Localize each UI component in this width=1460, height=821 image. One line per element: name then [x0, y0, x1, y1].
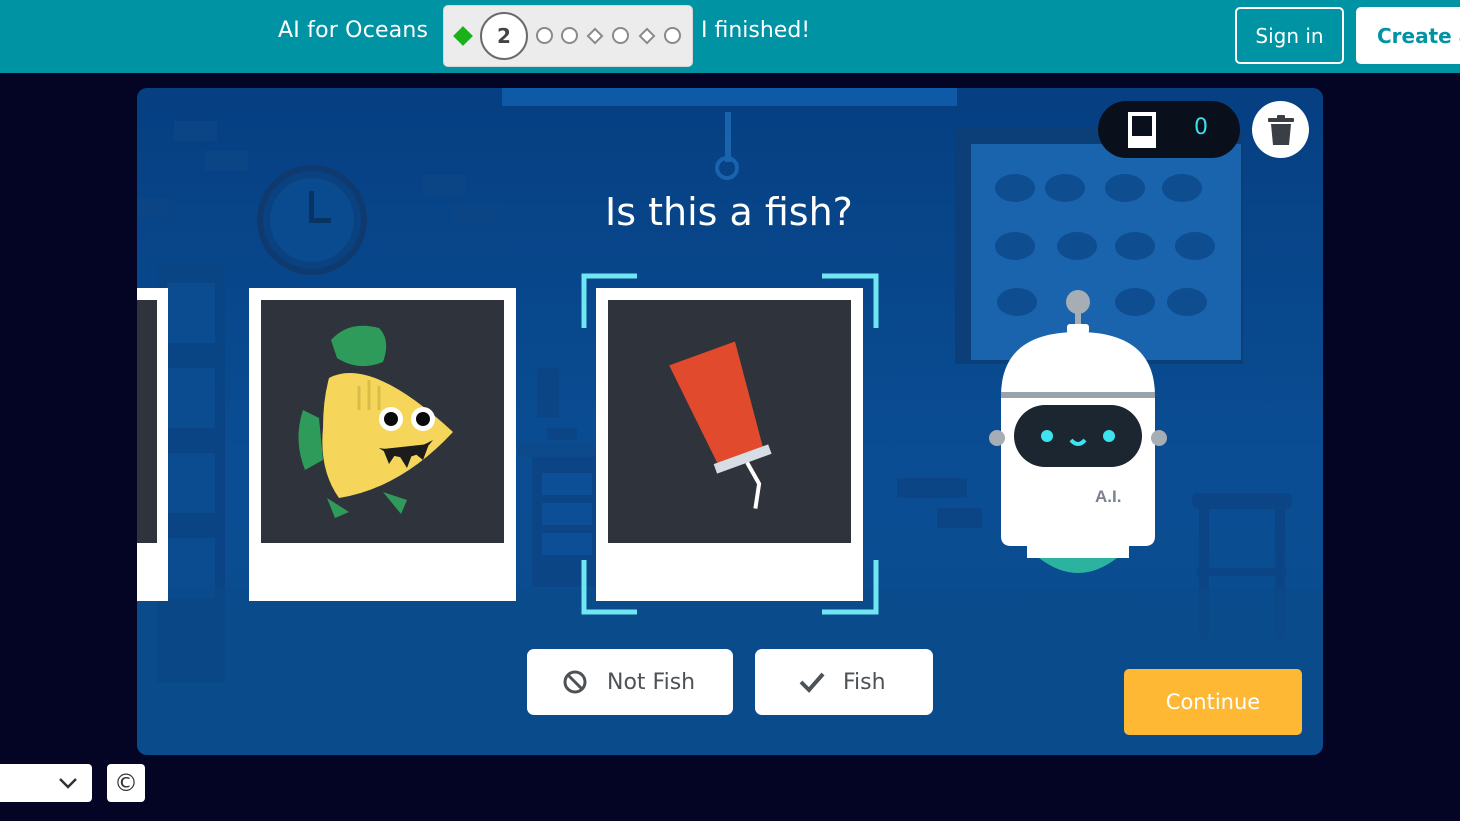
trash-icon — [1267, 114, 1294, 145]
question-text: Is this a fish? — [605, 190, 853, 234]
progress-level-5[interactable] — [586, 27, 604, 45]
not-fish-button[interactable]: Not Fish — [527, 649, 733, 715]
checkmark-icon — [799, 672, 825, 693]
chevron-down-icon — [59, 778, 77, 789]
photo-card-fish — [249, 288, 516, 601]
not-fish-label: Not Fish — [607, 669, 696, 695]
copyright-icon: © — [114, 769, 138, 797]
photo-card-fish-image — [261, 300, 504, 543]
trash-button[interactable] — [1252, 101, 1309, 158]
progress-level-3[interactable] — [536, 27, 553, 44]
photo-count: 0 — [1194, 115, 1208, 140]
course-title[interactable]: AI for Oceans — [278, 18, 428, 43]
photo-card-previous — [137, 288, 168, 601]
language-select[interactable] — [0, 764, 92, 802]
photo-card-previous-image — [137, 300, 157, 543]
progress-level-6[interactable] — [612, 27, 629, 44]
ai-robot-illustration: A.I. — [989, 290, 1167, 573]
progress-level-8[interactable] — [664, 27, 681, 44]
progress-bar: 2 — [443, 5, 693, 67]
progress-current-level[interactable]: 2 — [480, 12, 528, 60]
progress-level-4[interactable] — [561, 27, 578, 44]
i-finished-link[interactable]: I finished! — [701, 18, 810, 43]
photo-counter: 0 — [1098, 101, 1240, 158]
fish-button[interactable]: Fish — [755, 649, 933, 715]
activity-scene: 0 Is this a fish? A.I. Not Fish Fish Con… — [137, 88, 1323, 755]
continue-button[interactable]: Continue — [1124, 669, 1302, 735]
top-header: AI for Oceans 2 I finished! Sign in Crea… — [0, 0, 1460, 73]
progress-level-1-completed[interactable] — [453, 26, 473, 46]
robot-label: A.I. — [1095, 487, 1121, 506]
sign-in-button[interactable]: Sign in — [1235, 7, 1344, 64]
progress-level-7[interactable] — [638, 27, 656, 45]
yellow-fish-illustration — [298, 325, 453, 518]
red-cup-illustration — [669, 341, 772, 509]
create-account-button[interactable]: Create a — [1356, 7, 1460, 64]
photo-card-current — [596, 288, 863, 601]
copyright-button[interactable]: © — [107, 764, 145, 802]
not-allowed-icon — [563, 670, 587, 694]
photo-counter-icon — [1128, 112, 1156, 148]
fish-label: Fish — [843, 669, 886, 695]
photo-card-current-image — [608, 300, 851, 543]
